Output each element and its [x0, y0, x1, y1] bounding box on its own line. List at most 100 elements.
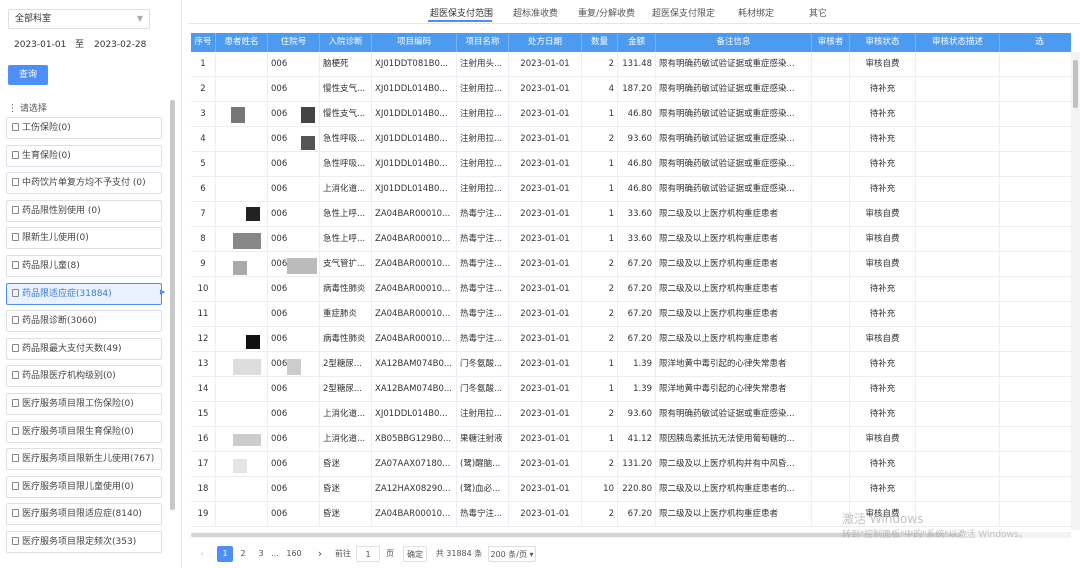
table-cell: 187.20: [618, 77, 656, 102]
page-last-button[interactable]: 160: [284, 546, 304, 562]
tab-2[interactable]: 重复/分解收费: [578, 6, 635, 19]
table-row[interactable]: 10 006 病毒性肺炎 ZA04BAR00010... 热毒宁注... 2023-01-…: [191, 277, 1071, 302]
column-header[interactable]: 审核状态描述: [916, 33, 1000, 52]
table-cell: [1000, 127, 1071, 152]
date-to-input[interactable]: 2023-02-28: [94, 35, 146, 55]
table-vertical-scrollbar[interactable]: [1071, 52, 1080, 530]
filter-item[interactable]: 医疗服务项目限适应症(8140): [6, 503, 162, 526]
table-cell: 93.60: [618, 402, 656, 427]
filter-item[interactable]: 医疗服务项目限定频次(353): [6, 530, 162, 553]
column-header[interactable]: 备注信息: [656, 33, 812, 52]
table-row[interactable]: 9 006 支气管扩... ZA04BAR00010... 热毒宁注... 2023-01…: [191, 252, 1071, 277]
column-header[interactable]: 入院诊断: [320, 33, 372, 52]
table-cell: 1.39: [618, 377, 656, 402]
filter-item[interactable]: 医疗服务项目限儿童使用(0): [6, 475, 162, 498]
table-cell: 果糖注射液: [457, 427, 509, 452]
table-row[interactable]: 12 006 病毒性肺炎 ZA04BAR00010... 热毒宁注... 2023-01-…: [191, 327, 1071, 352]
table-cell: 12: [191, 327, 216, 352]
filter-item[interactable]: 工伤保险(0): [6, 117, 162, 139]
table-row[interactable]: 15 006 上消化道... XJ01DDL014B0... 注射用拉... 2023-0…: [191, 402, 1071, 427]
column-header[interactable]: 序号: [191, 33, 216, 52]
filter-item[interactable]: 医疗服务项目限生育保险(0): [6, 420, 162, 443]
page-ellipsis[interactable]: ...: [268, 546, 282, 562]
table-row[interactable]: 5 006 急性呼吸... XJ01DDL014B0... 注射用拉... 2023-01…: [191, 152, 1071, 177]
filter-item[interactable]: 药品限医疗机构级别(0): [6, 365, 162, 388]
table-cell: (鹭)血必...: [457, 477, 509, 502]
column-header[interactable]: 数量: [582, 33, 618, 52]
table-cell: 待补充: [850, 177, 916, 202]
column-header[interactable]: 金额: [618, 33, 656, 52]
table-cell: [1000, 152, 1071, 177]
tab-1[interactable]: 超标准收费: [513, 6, 558, 19]
tab-5[interactable]: 其它: [809, 6, 827, 19]
filter-item[interactable]: 医疗服务项目限新生儿使用(767): [6, 448, 162, 471]
column-header[interactable]: 患者姓名: [216, 33, 268, 52]
page-1-button[interactable]: 1: [217, 546, 233, 562]
table-row[interactable]: 17 006 昏迷 ZA07AAX07180... (鹭)醒脑... 2023-01-01…: [191, 452, 1071, 477]
column-header[interactable]: 选: [1000, 33, 1071, 52]
filter-item[interactable]: 药品限性别使用 (0): [6, 199, 162, 222]
table-cell: 待补充: [850, 127, 916, 152]
filter-item[interactable]: 药品限诊断(3060): [6, 310, 162, 333]
table-cell: 限二级及以上医疗机构重症患者: [656, 227, 812, 252]
filter-item[interactable]: 生育保险(0): [6, 144, 162, 167]
table-cell: 2023-01-01: [509, 177, 582, 202]
goto-confirm-button[interactable]: 确定: [403, 546, 427, 562]
column-header[interactable]: 处方日期: [509, 33, 582, 52]
table-row[interactable]: 4 006 急性呼吸... XJ01DDL014B0... 注射用拉... 2023-01…: [191, 127, 1071, 152]
table-row[interactable]: 18 006 昏迷 ZA12HAX08290... (鹭)血必... 2023-01-01…: [191, 477, 1071, 502]
table-vertical-scroll-thumb[interactable]: [1073, 60, 1078, 108]
column-header[interactable]: 项目编码: [372, 33, 457, 52]
table-cell: 006: [268, 452, 320, 477]
table-cell: [812, 327, 850, 352]
filter-item[interactable]: 医疗服务项目限工伤保险(0): [6, 392, 162, 415]
table-cell: 2023-01-01: [509, 427, 582, 452]
table-row[interactable]: 1 006 脑梗死 XJ01DDT081B0... 注射用头... 2023-01-01 2…: [191, 52, 1071, 77]
tab-3[interactable]: 超医保支付限定: [652, 6, 715, 19]
table-row[interactable]: 14 006 2型糖尿... XA12BAM074B0... 门冬氨酸... 2023-0…: [191, 377, 1071, 402]
page-size-select[interactable]: 200 条/页 ▾: [488, 546, 536, 562]
table-row[interactable]: 3 006 慢性支气... XJ01DDL014B0... 注射用拉... 2023-01…: [191, 102, 1071, 127]
table-cell: 限有明确药敏试验证据或重症感染...: [656, 77, 812, 102]
document-icon: [12, 371, 19, 380]
page-3-button[interactable]: 3: [255, 546, 267, 562]
table-row[interactable]: 2 006 慢性支气... XJ01DDL014B0... 注射用拉... 2023-01…: [191, 77, 1071, 102]
tab-0[interactable]: 超医保支付范围: [430, 6, 493, 19]
filter-item[interactable]: 限新生儿使用(0): [6, 227, 162, 250]
table-row[interactable]: 6 006 上消化道... XJ01DDL014B0... 注射用拉... 2023-01…: [191, 177, 1071, 202]
table-cell: 2023-01-01: [509, 127, 582, 152]
table-row[interactable]: 16 006 上消化道... XB05BBG129B0... 果糖注射液 2023-01-…: [191, 427, 1071, 452]
department-select[interactable]: 全部科室 ▼: [8, 9, 150, 29]
filter-item[interactable]: 中药饮片单复方均不予支付 (0): [6, 172, 162, 195]
redaction-block: [301, 107, 315, 123]
column-header[interactable]: 项目名称: [457, 33, 509, 52]
tab-4[interactable]: 耗材绑定: [738, 6, 774, 19]
table-row[interactable]: 8 006 急性上呼... ZA04BAR00010... 热毒宁注... 2023-01…: [191, 227, 1071, 252]
column-header[interactable]: 审核状态: [850, 33, 916, 52]
page-2-button[interactable]: 2: [236, 546, 250, 562]
table-row[interactable]: 13 006 2型糖尿... XA12BAM074B0... 门冬氨酸... 2023-0…: [191, 352, 1071, 377]
table-cell: (鹭)醒脑...: [457, 452, 509, 477]
column-header[interactable]: 住院号: [268, 33, 320, 52]
table-row[interactable]: 11 006 重症肺炎 ZA04BAR00010... 热毒宁注... 2023-01-0…: [191, 302, 1071, 327]
table-row[interactable]: 7 006 急性上呼... ZA04BAR00010... 热毒宁注... 2023-01…: [191, 202, 1071, 227]
table-cell: [1000, 352, 1071, 377]
filter-item-label: 医疗服务项目限适应症(8140): [22, 509, 142, 520]
table-cell: [812, 202, 850, 227]
filter-item[interactable]: 药品限适应症(31884): [6, 282, 162, 305]
goto-page-input[interactable]: 1: [356, 546, 380, 562]
filter-item[interactable]: 药品限最大支付天数(49): [6, 337, 162, 360]
prev-page-button[interactable]: ‹: [196, 546, 208, 562]
date-from-input[interactable]: 2023-01-01: [14, 35, 66, 55]
table-cell: 昏迷: [320, 477, 372, 502]
table-row[interactable]: 19 006 昏迷 ZA04BAR00010... 热毒宁注... 2023-01-01 2…: [191, 502, 1071, 527]
column-header[interactable]: 审核者: [812, 33, 850, 52]
table-cell: 急性呼吸...: [320, 152, 372, 177]
query-button[interactable]: 查询: [8, 65, 48, 85]
filter-item[interactable]: 药品限儿童(8): [6, 254, 162, 277]
table-cell: 1: [582, 202, 618, 227]
redaction-block: [233, 261, 247, 275]
table-cell: 待补充: [850, 102, 916, 127]
next-page-button[interactable]: ›: [314, 546, 326, 562]
sidebar-scrollbar[interactable]: [170, 100, 175, 510]
